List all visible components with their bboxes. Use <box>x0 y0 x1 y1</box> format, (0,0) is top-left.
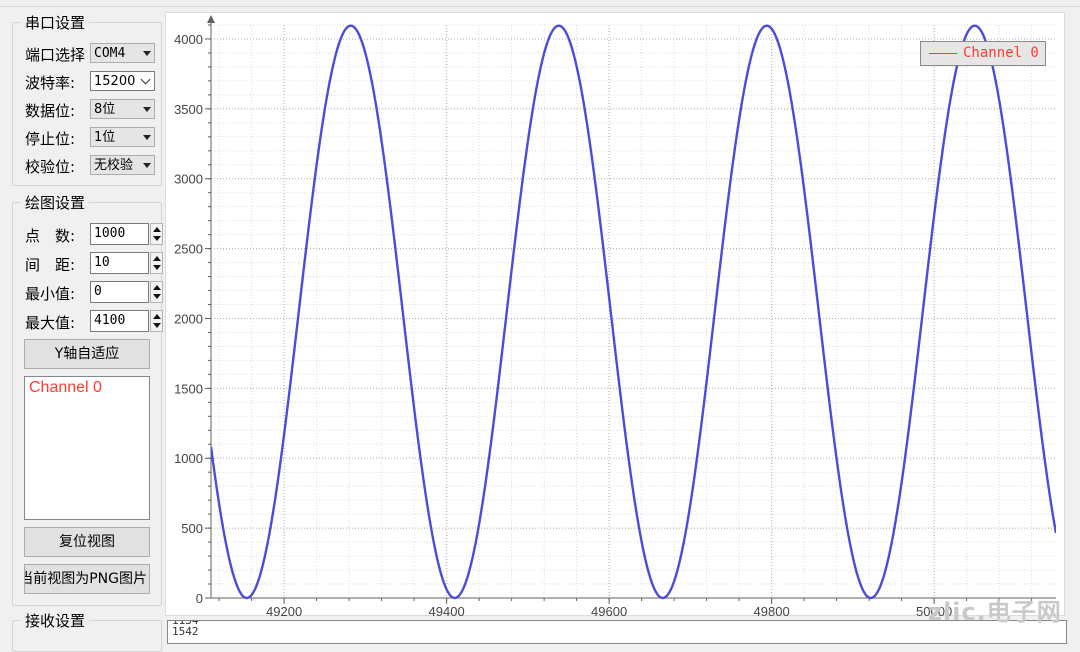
databits-select[interactable]: 8位 <box>90 99 155 119</box>
channel-list[interactable]: Channel 0 <box>24 376 150 520</box>
x-tick-label: 49400 <box>429 604 465 617</box>
x-tick-label: 49800 <box>754 604 790 617</box>
stopbits-label: 停止位: <box>25 130 76 148</box>
parity-select-value: 无校验 <box>94 158 134 173</box>
axes <box>205 15 1056 604</box>
port-label: 端口选择 <box>25 46 86 64</box>
y-tick-label: 2000 <box>174 311 203 326</box>
y-tick-label: 1500 <box>174 381 203 396</box>
plot-settings-title: 绘图设置 <box>21 192 90 213</box>
baud-select[interactable]: 15200 <box>90 71 155 91</box>
save-png-button[interactable]: 保存当前视图为PNG图片 <box>24 564 150 594</box>
points-label: 点 数: <box>25 227 76 245</box>
y-axis-arrow-icon <box>207 15 215 23</box>
receive-settings-title: 接收设置 <box>21 610 90 631</box>
min-value-input[interactable]: 0 <box>90 281 149 303</box>
max-value-spinbox[interactable]: 4100 <box>90 310 163 332</box>
y-tick-label: 0 <box>196 591 203 606</box>
min-value-label: 最小值: <box>25 285 76 303</box>
port-select-value: COM4 <box>94 46 126 61</box>
reset-view-button[interactable]: 复位视图 <box>24 527 150 557</box>
points-spinbox[interactable]: 1000 <box>90 223 163 245</box>
x-tick-label: 49600 <box>591 604 627 617</box>
legend-label: Channel 0 <box>963 45 1039 61</box>
y-auto-fit-button[interactable]: Y轴自适应 <box>24 339 150 369</box>
port-select[interactable]: COM4 <box>90 43 155 63</box>
arrow-up-icon[interactable] <box>153 227 161 232</box>
max-value-input[interactable]: 4100 <box>90 310 149 332</box>
max-value-stepper[interactable] <box>150 310 163 332</box>
serial-settings-title: 串口设置 <box>21 12 90 33</box>
arrow-down-icon[interactable] <box>153 236 161 241</box>
channel-list-item[interactable]: Channel 0 <box>25 377 149 399</box>
arrow-down-icon[interactable] <box>153 323 161 328</box>
min-value-stepper[interactable] <box>150 281 163 303</box>
chevron-down-icon <box>143 51 151 56</box>
series-line-channel-0 <box>211 24 1056 600</box>
arrow-down-icon[interactable] <box>153 294 161 299</box>
spacing-label: 间 距: <box>25 256 76 274</box>
window-top-edge <box>0 0 1080 7</box>
y-tick-label: 1000 <box>174 451 203 466</box>
chevron-down-icon <box>143 163 151 168</box>
stopbits-select[interactable]: 1位 <box>90 127 155 147</box>
receive-line: 1542 <box>172 625 199 638</box>
chevron-down-icon <box>140 74 151 85</box>
y-tick-label: 2500 <box>174 242 203 257</box>
arrow-up-icon[interactable] <box>153 314 161 319</box>
arrow-down-icon[interactable] <box>153 265 161 270</box>
y-tick-label: 4000 <box>174 32 203 47</box>
receive-settings-group: 接收设置 <box>12 610 162 652</box>
x-tick-label: 49200 <box>266 604 302 617</box>
y-tick-label: 500 <box>181 521 203 536</box>
arrow-up-icon[interactable] <box>153 285 161 290</box>
max-value-label: 最大值: <box>25 314 76 332</box>
databits-label: 数据位: <box>25 102 76 120</box>
watermark-logo: zlic.电子网 <box>928 598 1062 626</box>
parity-label: 校验位: <box>25 158 76 176</box>
baud-label: 波特率: <box>25 74 76 92</box>
chart-legend[interactable]: Channel 0 <box>920 41 1046 66</box>
minor-grid <box>211 24 1056 599</box>
min-value-spinbox[interactable]: 0 <box>90 281 163 303</box>
legend-line-swatch <box>929 53 957 54</box>
stopbits-select-value: 1位 <box>94 130 116 145</box>
spacing-spinbox[interactable]: 10 <box>90 252 163 274</box>
tick-labels: 49200 49400 49600 49800 50000050010001500200… <box>174 32 952 619</box>
chevron-down-icon <box>143 135 151 140</box>
save-png-button-label: 保存当前视图为PNG图片 <box>25 571 147 587</box>
y-tick-label: 3500 <box>174 102 203 117</box>
plot-area[interactable]: 49200 49400 49600 49800 50000 0 500 1000 1500 200… <box>165 12 1066 619</box>
baud-select-value: 15200 <box>94 74 136 89</box>
parity-select[interactable]: 无校验 <box>90 155 155 175</box>
chevron-down-icon <box>143 107 151 112</box>
arrow-up-icon[interactable] <box>153 256 161 261</box>
series-layer <box>211 24 1056 600</box>
spacing-stepper[interactable] <box>150 252 163 274</box>
waveform-chart[interactable]: 49200 49400 49600 49800 50000050010001500200… <box>166 13 1066 619</box>
spacing-input[interactable]: 10 <box>90 252 149 274</box>
major-grid <box>211 25 1056 599</box>
y-tick-label: 3000 <box>174 172 203 187</box>
points-input[interactable]: 1000 <box>90 223 149 245</box>
points-stepper[interactable] <box>150 223 163 245</box>
databits-select-value: 8位 <box>94 102 116 117</box>
